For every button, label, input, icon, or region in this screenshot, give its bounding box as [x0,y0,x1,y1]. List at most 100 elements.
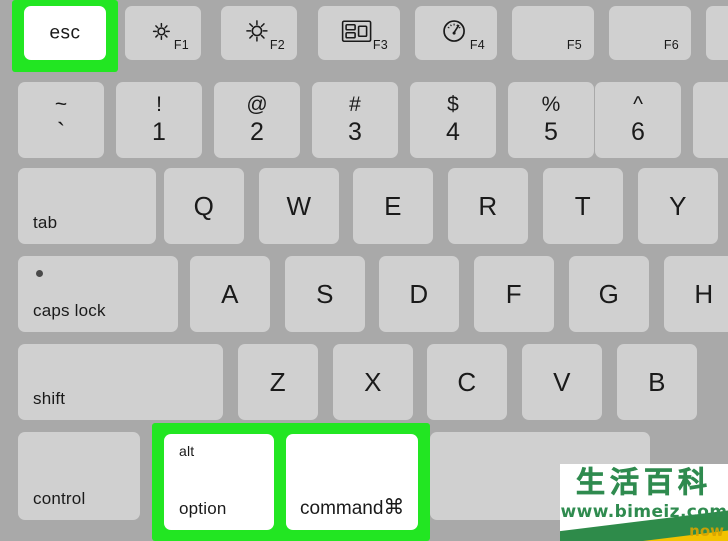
watermark-chinese-title: 生活百科 [575,465,712,499]
key-c[interactable]: C [427,344,507,420]
key-seven[interactable]: &7 [693,82,728,158]
key-upper-three: # [349,92,361,116]
key-four[interactable]: $4 [410,82,496,158]
key-label-e: E [384,191,402,221]
brightness-down-icon [151,21,171,41]
key-label-five: % 5 [508,93,594,147]
watermark-url: www.bimeiz.com [560,502,728,522]
key-lower-tilde: ` [56,117,66,146]
key-label-control: control [33,489,86,508]
key-label-a: A [221,279,239,309]
key-upper-one: ! [156,92,162,116]
key-label-r: R [478,191,498,221]
key-f[interactable]: F [474,256,554,332]
key-t[interactable]: T [543,168,623,244]
key-label-h: H [694,279,714,309]
key-six[interactable]: ^ 6 [595,82,681,158]
key-label-f: F [505,279,523,309]
key-upper-tilde: ~ [54,92,68,116]
key-f5[interactable]: F5 [512,6,594,60]
key-caps-lock[interactable]: caps lock [18,256,178,332]
key-command[interactable]: command ⌘ [286,434,418,530]
key-g[interactable]: G [569,256,649,332]
brightness-up-icon [244,18,270,44]
key-q[interactable]: Q [164,168,244,244]
key-r[interactable]: R [448,168,528,244]
key-f7[interactable] [706,6,728,60]
key-label-three: #3 [312,93,398,147]
key-tab[interactable]: tab [18,168,156,244]
key-b[interactable]: B [617,344,697,420]
key-lower-five: 5 [544,117,558,146]
key-three[interactable]: #3 [312,82,398,158]
key-v[interactable]: V [522,344,602,420]
key-label-d: D [409,279,429,309]
key-label-g: G [598,279,620,309]
keyboard-screenshot: escF1F2F3F4F5F6~`!1@2#3$4%5^6&7tabQWERTY… [0,0,728,541]
key-label-b: B [648,367,666,397]
key-lower-three: 3 [348,117,362,146]
key-label-t: T [574,191,592,221]
key-label-w: W [286,191,312,221]
key-f4[interactable]: F4 [415,6,497,60]
key-label-four: $4 [410,93,496,147]
key-two[interactable]: @2 [214,82,300,158]
key-label-y: Y [669,191,687,221]
key-lower-seven: 7 [693,118,728,148]
key-a[interactable]: A [190,256,270,332]
key-fn-label-f1: F1 [173,38,189,52]
key-shift[interactable]: shift [18,344,223,420]
key-command-label: command [300,498,384,519]
command-glyph-icon: ⌘ [383,496,405,519]
key-x[interactable]: X [333,344,413,420]
key-label-x: X [364,367,382,397]
key-f1[interactable]: F1 [125,6,201,60]
key-lower-four: 4 [446,117,460,146]
dashboard-gauge-icon [442,19,466,43]
key-lower-one: 1 [152,117,166,146]
key-fn-label-f2: F2 [269,38,285,52]
key-w[interactable]: W [259,168,339,244]
key-esc[interactable]: esc [24,6,106,60]
key-fn-label-f3: F3 [372,38,388,52]
key-f2[interactable]: F2 [221,6,297,60]
key-upper-seven: & [693,93,728,118]
key-label-two: @2 [214,93,300,147]
key-five[interactable]: % 5 [508,82,594,158]
key-upper-five: % [541,92,561,116]
key-option-label: option [179,499,227,518]
key-f6[interactable]: F6 [609,6,691,60]
bimeiz-watermark: 生活百科 www.bimeiz.com now [560,464,728,541]
key-s[interactable]: S [285,256,365,332]
key-label-q: Q [193,191,215,221]
key-upper-four: $ [447,92,459,116]
key-command-labels: command ⌘ [300,495,404,520]
key-upper-six: ^ [633,92,643,116]
key-label-z: Z [269,367,287,397]
key-label-c: C [457,367,477,397]
key-upper-two: @ [246,92,268,116]
key-z[interactable]: Z [238,344,318,420]
key-label-caps-lock: caps lock [33,301,106,320]
key-d[interactable]: D [379,256,459,332]
mission-control-icon [341,20,372,43]
key-e[interactable]: E [353,168,433,244]
key-label-six: ^ 6 [595,93,681,147]
key-tilde[interactable]: ~ ` [18,82,104,158]
key-label-tab: tab [33,213,58,232]
watermark-trailing-text: now [689,522,724,540]
key-fn-label-f4: F4 [469,38,485,52]
key-control[interactable]: control [18,432,140,520]
key-label-v: V [553,367,571,397]
key-option[interactable]: alt option [164,434,274,530]
key-label-seven: &7 [693,93,728,147]
key-alt-label: alt [179,443,195,459]
key-y[interactable]: Y [638,168,718,244]
key-label-shift: shift [33,389,66,408]
key-label-esc: esc [49,22,81,44]
key-h[interactable]: H [664,256,728,332]
key-lower-six: 6 [631,117,645,146]
key-fn-label-f6: F6 [663,38,679,52]
key-f3[interactable]: F3 [318,6,400,60]
key-one[interactable]: ! 1 [116,82,202,158]
